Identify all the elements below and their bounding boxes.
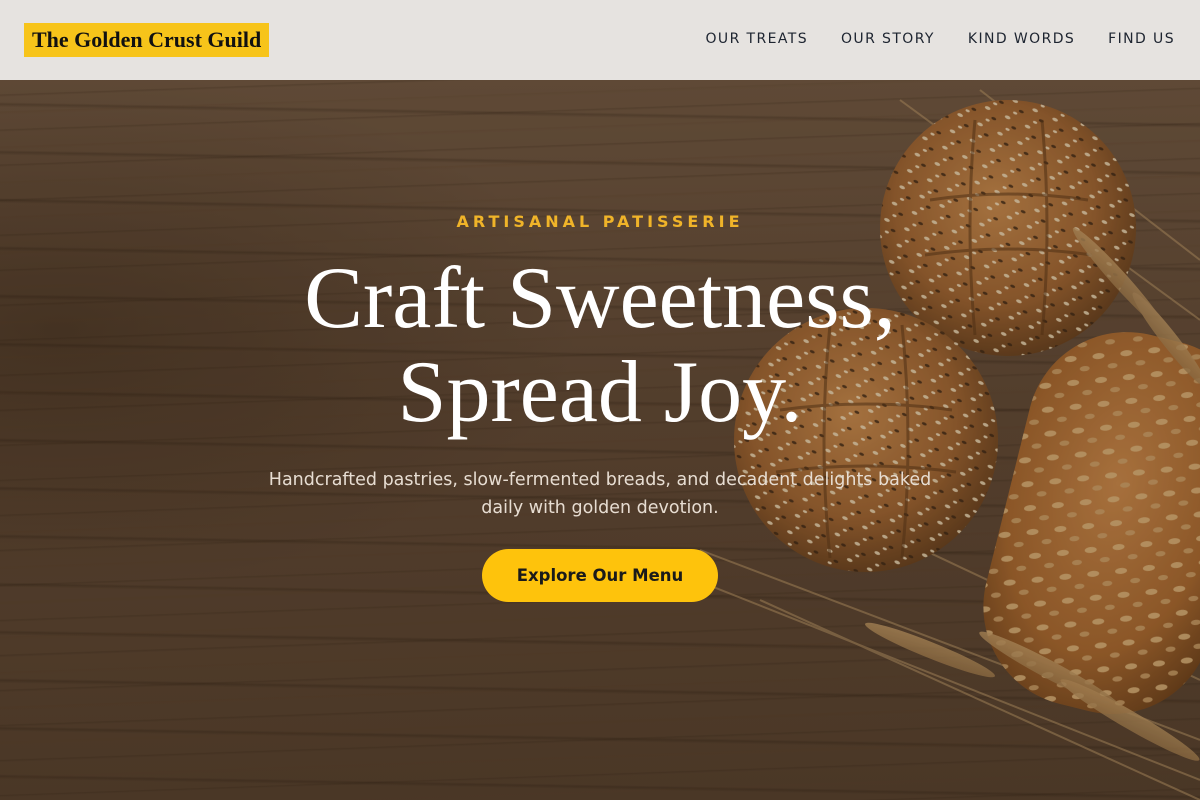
nav-link-find-us[interactable]: FIND US [1108,29,1175,49]
hero-subtitle: Handcrafted pastries, slow-fermented bre… [268,470,932,518]
nav-link-our-story[interactable]: OUR STORY [841,29,935,49]
nav-link-our-treats[interactable]: OUR TREATS [706,29,809,49]
explore-menu-button[interactable]: Explore Our Menu [482,549,718,602]
hero-content: ARTISANAL PATISSERIE Craft Sweetness, Sp… [0,80,1200,800]
nav-link-kind-words[interactable]: KIND WORDS [968,29,1075,49]
hero-eyebrow: ARTISANAL PATISSERIE [456,212,744,231]
hero-headline-line-2: Spread Joy. [397,344,803,441]
hero-headline: Craft Sweetness, Spread Joy. [0,252,1200,440]
site-logo[interactable]: The Golden Crust Guild [24,23,270,57]
main-nav: OUR TREATS OUR STORY KIND WORDS FIND US [706,29,1176,49]
hero-section: ARTISANAL PATISSERIE Craft Sweetness, Sp… [0,80,1200,800]
hero-headline-line-1: Craft Sweetness, [304,250,896,347]
site-header: The Golden Crust Guild OUR TREATS OUR ST… [0,0,1200,80]
